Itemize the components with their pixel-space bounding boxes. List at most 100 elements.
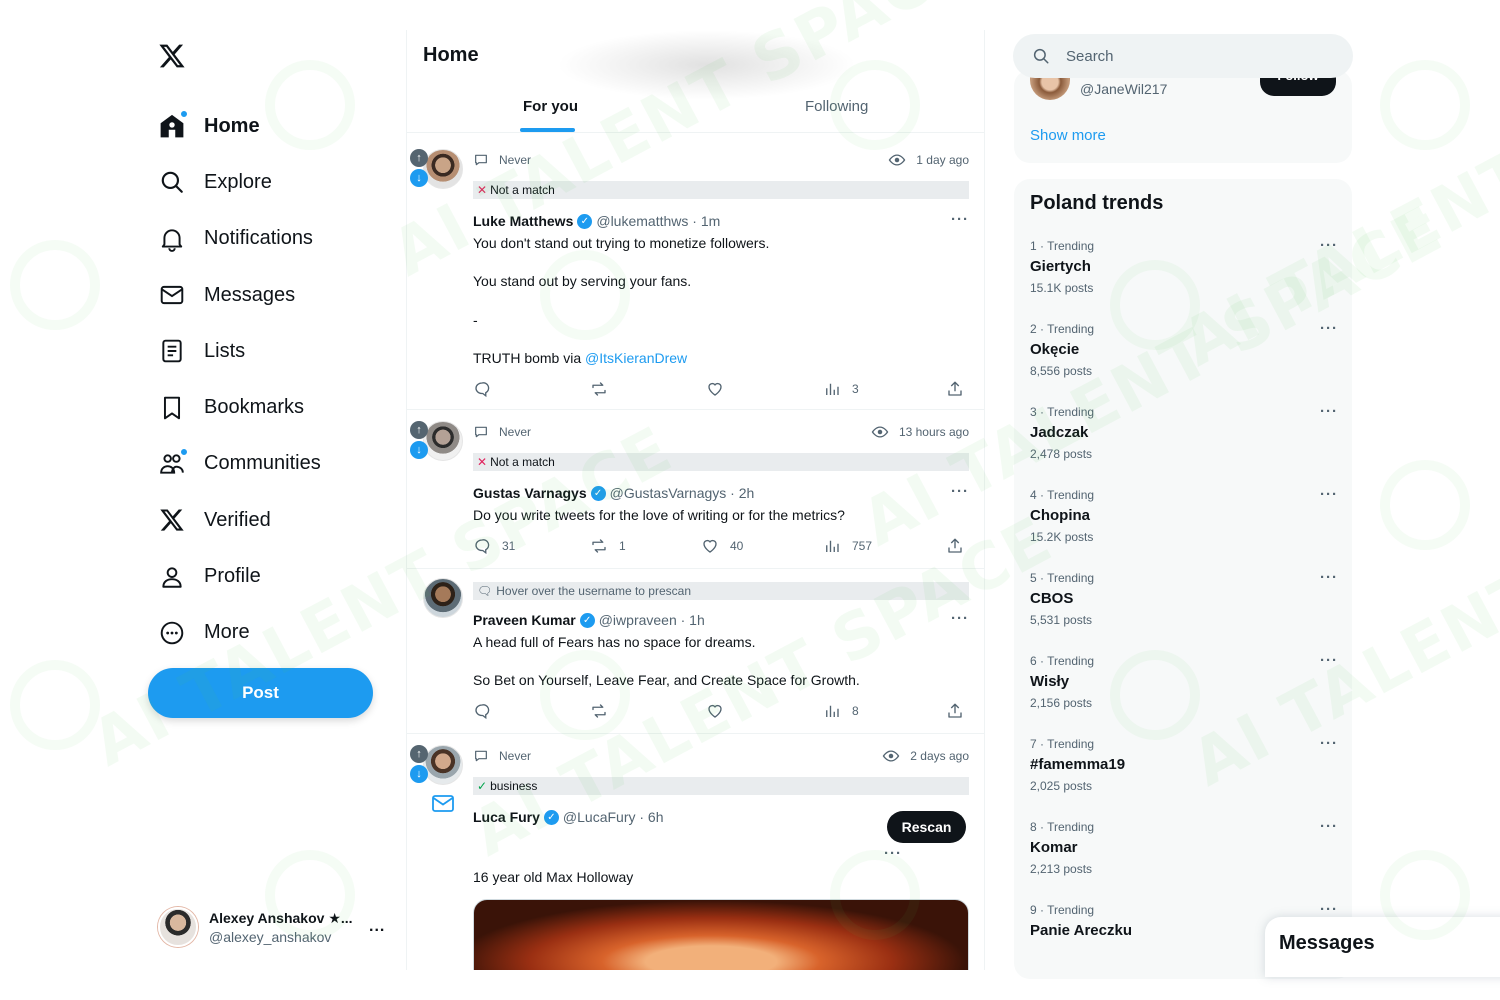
nav-more[interactable]: More <box>148 605 388 661</box>
author-name[interactable]: Luca Fury <box>473 809 540 825</box>
tweet-author[interactable]: Luca Fury ✓ @LucaFury · 6h <box>473 809 664 825</box>
share-button[interactable] <box>946 702 964 720</box>
author-name[interactable]: Gustas Varnagys <box>473 485 587 501</box>
nav-lists-label: Lists <box>204 339 246 362</box>
match-tag-label: Not a match <box>490 455 555 469</box>
downvote-icon[interactable]: ↓ <box>410 441 428 459</box>
like-button[interactable] <box>706 380 724 398</box>
like-button[interactable] <box>706 702 724 720</box>
account-switcher[interactable]: Alexey Anshakov ★... @alexey_anshakov ..… <box>158 902 393 952</box>
repost-button[interactable] <box>590 702 608 720</box>
repost-button[interactable]: 1 <box>590 537 626 555</box>
comment-icon <box>475 154 487 166</box>
nav-explore[interactable]: Explore <box>148 154 388 210</box>
tab-following[interactable]: Following <box>805 98 868 115</box>
trend-item[interactable]: 3 · Trending Jadczak 2,478 posts ··· <box>1014 403 1352 488</box>
x-logo-icon <box>159 507 185 533</box>
trend-more-icon[interactable]: ··· <box>1320 403 1338 420</box>
tweet-text-line: A head full of Fears has no space for dr… <box>473 634 756 650</box>
share-button[interactable] <box>946 380 964 398</box>
rescan-button[interactable]: Rescan <box>887 811 966 843</box>
upvote-icon[interactable]: ↑ <box>410 149 428 167</box>
tweet-more-icon[interactable]: ··· <box>884 845 902 862</box>
account-more-icon[interactable]: ... <box>369 918 385 936</box>
tweet-more-icon[interactable]: ··· <box>951 610 969 627</box>
tweet-author[interactable]: Luke Matthews ✓ @lukematthws · 1m <box>473 213 720 229</box>
trend-item[interactable]: 1 · Trending Giertych 15.1K posts ··· <box>1014 237 1352 322</box>
author-name[interactable]: Luke Matthews <box>473 213 573 229</box>
trend-name: Wisły <box>1030 673 1070 690</box>
like-button[interactable]: 40 <box>701 537 743 555</box>
mention-link[interactable]: @ItsKieranDrew <box>585 350 687 366</box>
downvote-icon[interactable]: ↓ <box>410 765 428 783</box>
views-button[interactable]: 3 <box>823 380 859 398</box>
trend-item[interactable]: 7 · Trending #famemma19 2,025 posts ··· <box>1014 735 1352 820</box>
nav-lists[interactable]: Lists <box>148 323 388 379</box>
tweet-more-icon[interactable]: ··· <box>951 483 969 500</box>
nav-profile[interactable]: Profile <box>148 548 388 604</box>
author-handle[interactable]: @lukematthws · 1m <box>596 213 720 229</box>
trend-item[interactable]: 5 · Trending CBOS 5,531 posts ··· <box>1014 569 1352 654</box>
repost-button[interactable] <box>590 380 608 398</box>
reply-button[interactable] <box>473 702 491 720</box>
share-button[interactable] <box>946 537 964 555</box>
author-handle[interactable]: @LucaFury · 6h <box>563 809 664 825</box>
tweet[interactable]: ↑ ↓ Never 1 day ago ✕ Not a match Luke Ma… <box>407 139 984 410</box>
bell-icon <box>159 226 185 252</box>
trend-more-icon[interactable]: ··· <box>1320 652 1338 669</box>
trend-item[interactable]: 8 · Trending Komar 2,213 posts ··· <box>1014 818 1352 903</box>
messages-drawer[interactable]: Messages <box>1265 917 1500 977</box>
tweet[interactable]: 🗨 Hover over the username to prescan Prav… <box>407 570 984 734</box>
upvote-icon[interactable]: ↑ <box>410 421 428 439</box>
search-input[interactable]: Search <box>1014 35 1352 77</box>
trend-context: 1 · Trending <box>1030 239 1095 253</box>
envelope-icon[interactable] <box>429 792 457 816</box>
nav-notifications[interactable]: Notifications <box>148 211 388 267</box>
tweet-text-line: You don't stand out trying to monetize f… <box>473 235 770 251</box>
trend-name: #famemma19 <box>1030 756 1126 773</box>
tab-for-you[interactable]: For you <box>523 98 578 115</box>
nav-messages[interactable]: Messages <box>148 267 388 323</box>
tweet-author[interactable]: Praveen Kumar ✓ @iwpraveen · 1h <box>473 612 705 628</box>
trend-more-icon[interactable]: ··· <box>1320 486 1338 503</box>
nav-bookmarks[interactable]: Bookmarks <box>148 379 388 435</box>
nav-verified[interactable]: Verified <box>148 492 388 548</box>
tweet-media-image[interactable] <box>473 899 969 970</box>
post-button[interactable]: Post <box>148 668 373 718</box>
tweet-author[interactable]: Gustas Varnagys ✓ @GustasVarnagys · 2h <box>473 485 754 501</box>
avatar[interactable] <box>1030 74 1070 100</box>
avatar[interactable] <box>423 578 463 618</box>
trend-more-icon[interactable]: ··· <box>1320 818 1338 835</box>
trend-more-icon[interactable]: ··· <box>1320 735 1338 752</box>
reply-button[interactable]: 31 <box>473 537 515 555</box>
tweet[interactable]: ↑ ↓ Never 13 hours ago ✕ Not a match Gust… <box>407 411 984 569</box>
trend-item[interactable]: 4 · Trending Chopina 15.2K posts ··· <box>1014 486 1352 571</box>
author-handle[interactable]: @iwpraveen · 1h <box>599 612 705 628</box>
views-button[interactable]: 8 <box>823 702 859 720</box>
tweet-more-icon[interactable]: ··· <box>951 211 969 228</box>
avatar[interactable] <box>423 421 463 461</box>
trend-more-icon[interactable]: ··· <box>1320 237 1338 254</box>
nav-communities[interactable]: Communities <box>148 436 388 492</box>
x-logo-icon[interactable] <box>158 42 186 70</box>
reply-button[interactable] <box>473 380 491 398</box>
more-circle-icon <box>159 620 185 646</box>
suggested-user-handle[interactable]: @JaneWil217 <box>1080 81 1167 97</box>
trend-item[interactable]: 2 · Trending Okęcie 8,556 posts ··· <box>1014 320 1352 405</box>
author-handle[interactable]: @GustasVarnagys · 2h <box>610 485 755 501</box>
trend-more-icon[interactable]: ··· <box>1320 320 1338 337</box>
trend-name: CBOS <box>1030 590 1074 607</box>
show-more-link[interactable]: Show more <box>1030 127 1106 144</box>
views-button[interactable]: 757 <box>823 537 872 555</box>
downvote-icon[interactable]: ↓ <box>410 169 428 187</box>
trend-more-icon[interactable]: ··· <box>1320 569 1338 586</box>
trend-item[interactable]: 6 · Trending Wisły 2,156 posts ··· <box>1014 652 1352 737</box>
upvote-icon[interactable]: ↑ <box>410 745 428 763</box>
avatar[interactable] <box>423 149 463 189</box>
author-name[interactable]: Praveen Kumar <box>473 612 576 628</box>
like-count: 40 <box>730 539 744 553</box>
trend-more-icon[interactable]: ··· <box>1320 901 1338 918</box>
nav-home[interactable]: Home <box>148 98 388 154</box>
nav-home-label: Home <box>204 114 260 137</box>
avatar[interactable] <box>423 745 463 785</box>
